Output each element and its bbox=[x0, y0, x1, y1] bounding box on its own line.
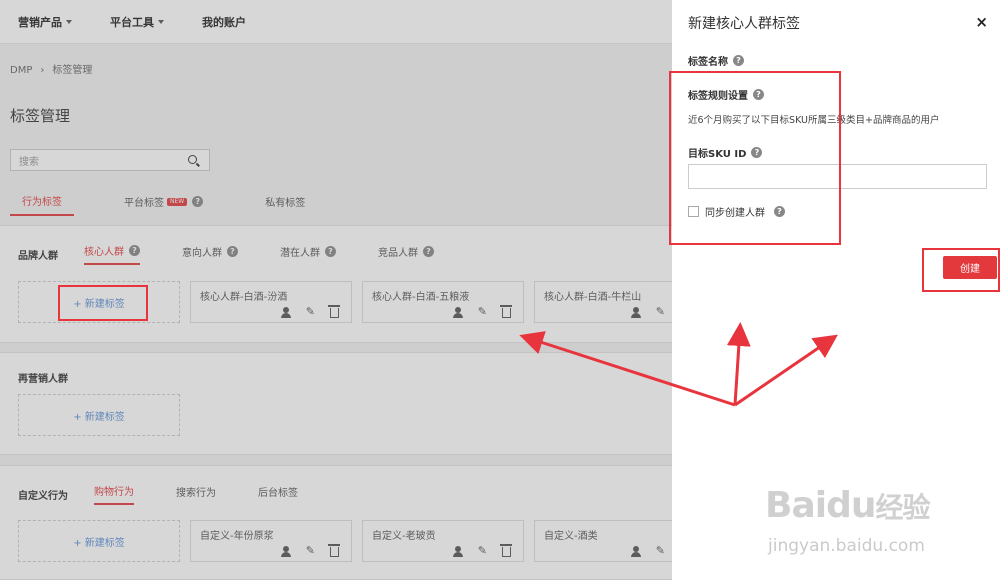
arrow-to-add-tag bbox=[519, 331, 736, 407]
baidu-watermark-logo: Baidu经验 bbox=[765, 485, 931, 526]
arrow-to-rule bbox=[726, 322, 751, 406]
watermark-text: Bai bbox=[765, 485, 827, 526]
watermark-text: 经验 bbox=[875, 491, 930, 524]
watermark-text: du bbox=[826, 485, 876, 526]
watermark-url: jingyan.baidu.com bbox=[768, 536, 925, 556]
arrow-to-create bbox=[734, 334, 838, 407]
